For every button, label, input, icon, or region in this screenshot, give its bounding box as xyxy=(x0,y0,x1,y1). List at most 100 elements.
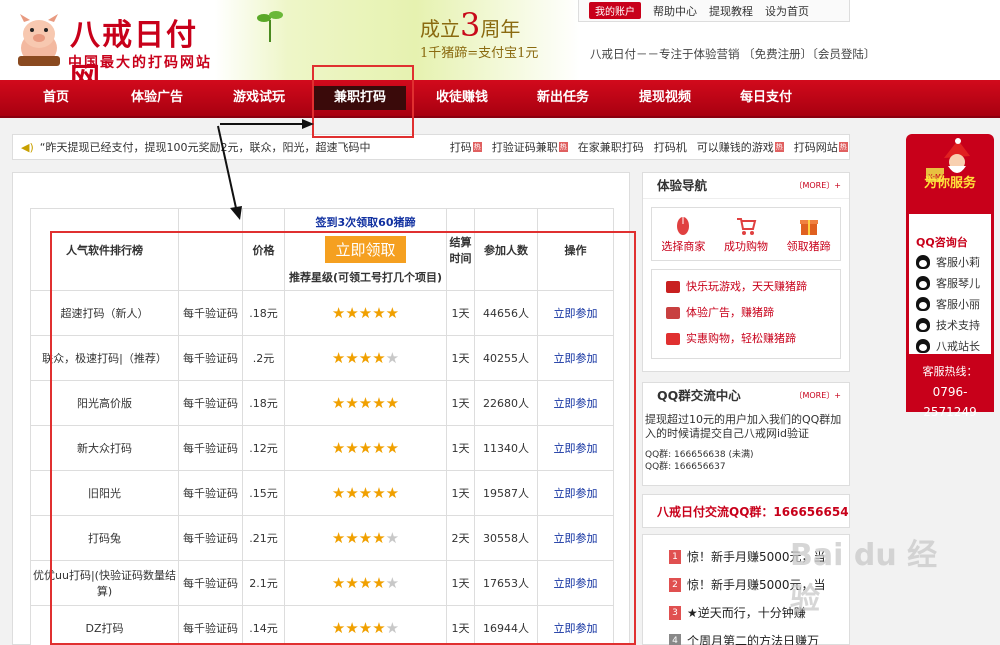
hot-icon: 热 xyxy=(558,142,568,152)
staff-name: 八戒站长 xyxy=(936,340,980,353)
promo-label: 快乐玩游戏，天天赚猪蹄 xyxy=(686,280,807,293)
promo-list: 快乐玩游戏，天天赚猪蹄 体验广告，赚猪蹄 实惠购物，轻松赚猪蹄 xyxy=(651,269,841,359)
my-account-button[interactable]: 我的账户 xyxy=(589,2,641,19)
anniversary-suffix: 周年 xyxy=(480,17,521,41)
guide-panel: 体验导航 〔MORE〕+ 选择商家 成功购物 领取猪蹄 快乐玩游戏，天天赚猪蹄 … xyxy=(642,172,850,372)
hot-icon: 热 xyxy=(472,142,482,152)
promo-games[interactable]: 快乐玩游戏，天天赚猪蹄 xyxy=(666,274,840,300)
withdraw-tutorial-link[interactable]: 提现教程 xyxy=(709,3,753,19)
qq-penguin-icon xyxy=(916,255,930,269)
gift-icon xyxy=(799,220,818,235)
gamepad-icon xyxy=(666,281,680,293)
pig-mascot-icon xyxy=(18,14,60,66)
ticker-tag[interactable]: 打码热 xyxy=(450,139,482,155)
qq-title-text: QQ群交流中心 xyxy=(657,388,741,403)
ticker-tag-label: 在家兼职打码 xyxy=(577,141,644,154)
service-title: 为你服务 xyxy=(923,176,976,191)
promo-ads[interactable]: 体验广告，赚猪蹄 xyxy=(666,300,840,326)
hotline-number: 0796-2571249 xyxy=(923,385,977,419)
annotation-box-nav xyxy=(312,65,414,138)
staff-item[interactable]: 技术支持 xyxy=(916,317,980,333)
step-claim[interactable]: 领取猪蹄 xyxy=(787,216,831,254)
nav-videos[interactable]: 提现视频 xyxy=(620,80,710,116)
slogan: 八戒日付－－专注于体验营销 〔免费注册〕〔会员登陆〕 xyxy=(590,47,876,61)
step-shopping[interactable]: 成功购物 xyxy=(724,216,768,254)
more-text: MORE xyxy=(802,181,827,190)
rank-badge: 1 xyxy=(669,550,681,564)
qq-panel: QQ群交流中心 〔MORE〕+ 提现超过10元的用户加入我们的QQ群加入的时候请… xyxy=(642,382,850,486)
qq-title: QQ群交流中心 〔MORE〕+ xyxy=(643,383,849,409)
logo-subtitle: 中国最大的打码网站 xyxy=(68,55,212,71)
guide-title-text: 体验导航 xyxy=(657,178,708,193)
jiaoliu-title: 八戒日付交流QQ群：166656654 xyxy=(657,505,849,519)
more-link[interactable]: 〔MORE〕+ xyxy=(794,173,841,199)
header: 八戒日付网 中国最大的打码网站 成立3周年 1千猪蹄=支付宝1元 我的账户 帮助… xyxy=(0,0,1000,97)
qq-number: QQ群: 166656638 (未满) xyxy=(645,450,754,460)
step-label: 选择商家 xyxy=(661,240,706,253)
baidu-watermark: Bai du 经验 xyxy=(790,538,938,617)
more-text: MORE xyxy=(802,391,827,400)
mouse-icon xyxy=(677,217,690,235)
nav-newtasks[interactable]: 新出任务 xyxy=(518,80,608,116)
hotline-label: 客服热线： xyxy=(922,365,978,378)
staff-item[interactable]: 客服小莉 xyxy=(916,254,980,270)
set-homepage-link[interactable]: 设为首页 xyxy=(765,3,809,19)
qq-console-title: QQ咨询台 xyxy=(916,236,968,249)
more-link[interactable]: 〔MORE〕+ xyxy=(794,383,841,409)
ticker-tag-label: 打码 xyxy=(449,141,472,154)
staff-name: 客服小莉 xyxy=(936,256,980,269)
staff-item[interactable]: 客服琴儿 xyxy=(916,275,980,291)
qq-penguin-icon xyxy=(916,318,930,332)
nav-daily[interactable]: 每日支付 xyxy=(721,80,811,116)
news-text: 个周月第二的方法日赚万 xyxy=(687,634,820,645)
ticker-tag[interactable]: 可以赚钱的游戏热 xyxy=(697,139,784,155)
main-nav: 首页 体验广告 游戏试玩 兼职打码 收徒赚钱 新出任务 提现视频 每日支付 xyxy=(0,80,1000,118)
promo-shopping[interactable]: 实惠购物，轻松赚猪蹄 xyxy=(666,326,840,352)
cart-icon xyxy=(736,218,757,235)
nav-home[interactable]: 首页 xyxy=(11,80,101,116)
staff-name: 客服琴儿 xyxy=(936,277,980,290)
staff-item[interactable]: 客服小丽 xyxy=(916,296,980,312)
nav-apprentice[interactable]: 收徒赚钱 xyxy=(417,80,507,116)
step-label: 领取猪蹄 xyxy=(786,240,831,253)
exchange-rate: 1千猪蹄=支付宝1元 xyxy=(420,46,539,61)
logo[interactable]: 八戒日付网 中国最大的打码网站 xyxy=(8,4,213,97)
staff-name: 客服小丽 xyxy=(936,298,980,311)
step-label: 成功购物 xyxy=(723,240,768,253)
ticker-tag-label: 打码网站 xyxy=(793,141,838,154)
guide-title: 体验导航 〔MORE〕+ xyxy=(643,173,849,199)
qq-penguin-icon xyxy=(916,339,930,353)
anniversary-banner: 成立3周年 xyxy=(420,6,520,44)
help-center-link[interactable]: 帮助中心 xyxy=(653,3,697,19)
ticker-tag[interactable]: 在家兼职打码 xyxy=(578,139,644,155)
jiaoliu-panel: 八戒日付交流QQ群：166656654 xyxy=(642,494,850,528)
service-panel: X-MAS 为你服务 QQ咨询台 客服小莉 客服琴儿 客服小丽 技术支持 八戒站… xyxy=(906,134,994,419)
hotline-box: 客服热线： 0796-2571249 xyxy=(906,354,994,419)
sale-icon xyxy=(666,333,680,345)
speaker-icon: ◀) xyxy=(21,140,34,154)
rank-badge: 3 xyxy=(669,606,681,620)
staff-name: 技术支持 xyxy=(936,319,980,332)
ticker-tag[interactable]: 打码机 xyxy=(654,139,687,155)
qq-numbers: QQ群: 166656638 (未满) QQ群: 166656637 xyxy=(643,441,849,473)
nav-games[interactable]: 游戏试玩 xyxy=(214,80,304,116)
tv-icon xyxy=(666,307,680,319)
news-item[interactable]: 3 ★逆天而行，十分钟赚 xyxy=(669,599,849,627)
anniversary-number: 3 xyxy=(460,6,481,44)
ticker-tag[interactable]: 打验证码兼职热 xyxy=(492,139,568,155)
anniversary-prefix: 成立 xyxy=(420,17,460,41)
ticker-tag[interactable]: 打码网站热 xyxy=(794,139,848,155)
ticker-tag-label: 可以赚钱的游戏 xyxy=(696,141,774,154)
nav-ads[interactable]: 体验广告 xyxy=(112,80,202,116)
promo-label: 实惠购物，轻松赚猪蹄 xyxy=(686,332,796,345)
news-text: ★逆天而行，十分钟赚 xyxy=(687,606,806,620)
qq-penguin-icon xyxy=(916,276,930,290)
staff-item[interactable]: 八戒站长 xyxy=(916,338,980,354)
news-item[interactable]: 4 个周月第二的方法日赚万 xyxy=(669,627,849,645)
step-choose-merchant[interactable]: 选择商家 xyxy=(661,216,705,254)
ticker-bar: ◀) “昨天提现已经支付，提现100元奖励2元，联众，阳光，超速飞码中 打码热 … xyxy=(12,134,850,160)
qq-number: QQ群: 166656637 xyxy=(645,462,726,472)
ticker-tag-label: 打码机 xyxy=(653,141,687,154)
annotation-box-table xyxy=(50,231,636,645)
qq-description: 提现超过10元的用户加入我们的QQ群加入的时候请提交自己八戒网id验证 xyxy=(645,413,842,440)
